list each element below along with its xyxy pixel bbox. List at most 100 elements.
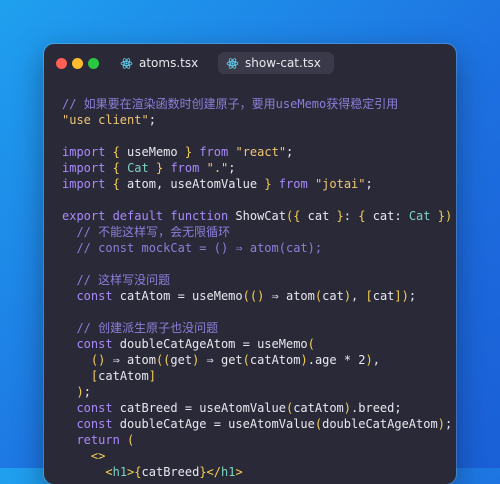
code-token: ) bbox=[365, 353, 373, 367]
code-token: ShowCat bbox=[228, 209, 286, 223]
code-token: } bbox=[336, 209, 344, 223]
code-line: import { atom, useAtomValue } from "jota… bbox=[62, 176, 452, 192]
code-token: catAtom bbox=[98, 369, 149, 383]
code-token: "use client" bbox=[62, 113, 149, 127]
code-token: ) bbox=[437, 417, 445, 431]
code-token: from bbox=[278, 177, 308, 191]
code-token: ) bbox=[76, 385, 84, 399]
code-token: .age * 2 bbox=[307, 353, 366, 367]
code-token: { bbox=[112, 161, 120, 175]
code-token: ; bbox=[148, 113, 156, 127]
close-window-button[interactable] bbox=[56, 58, 67, 69]
code-token: ; bbox=[365, 177, 373, 191]
code-token: : bbox=[343, 209, 359, 223]
code-token: ⇒ atom bbox=[105, 353, 156, 367]
code-token: (( bbox=[155, 353, 171, 367]
code-token: ; bbox=[286, 145, 294, 159]
code-line: // const mockCat = () ⇒ atom(cat); bbox=[62, 240, 452, 256]
code-token: from bbox=[170, 161, 200, 175]
code-line: "use client"; bbox=[62, 112, 452, 128]
code-token: { bbox=[112, 177, 120, 191]
code-token: ) bbox=[343, 401, 352, 415]
code-token: // const mockCat = () ⇒ atom(cat); bbox=[76, 241, 323, 255]
code-line: return ( bbox=[62, 432, 452, 448]
code-token: cat bbox=[322, 289, 344, 303]
code-token: import bbox=[62, 177, 106, 191]
code-line: <h1>{catBreed}</h1> bbox=[62, 464, 452, 480]
code-token: catAtom bbox=[293, 401, 344, 415]
code-token: // 这样写没问题 bbox=[76, 273, 171, 287]
code-token: ) bbox=[300, 353, 308, 367]
code-token: export default function bbox=[62, 209, 229, 223]
code-token: Cat bbox=[127, 161, 149, 175]
code-token: .breed; bbox=[351, 401, 402, 415]
code-token: catAtom bbox=[249, 353, 301, 367]
code-token: atom, useAtomValue bbox=[119, 177, 265, 191]
code-token: doubleCatAge = useAtomValue bbox=[112, 417, 315, 431]
code-token: ( bbox=[242, 353, 250, 367]
code-line: ); bbox=[62, 384, 452, 400]
code-token: const bbox=[76, 401, 113, 415]
code-token: const bbox=[76, 417, 113, 431]
code-token: cat bbox=[300, 209, 337, 223]
code-token: get bbox=[170, 353, 193, 367]
code-token: return bbox=[76, 433, 120, 447]
tab-label: show-cat.tsx bbox=[245, 56, 321, 70]
code-token: ( bbox=[127, 433, 135, 447]
code-token: doubleCatAgeAtom = useMemo bbox=[112, 337, 308, 351]
code-token: { bbox=[112, 145, 120, 159]
code-token: // 创建派生原子也没问题 bbox=[76, 321, 219, 335]
code-line: () ⇒ atom((get) ⇒ get(catAtom).age * 2), bbox=[62, 352, 452, 368]
code-line: // 创建派生原子也没问题 bbox=[62, 320, 452, 336]
code-token: ({ bbox=[285, 209, 301, 223]
code-token: } bbox=[264, 177, 272, 191]
code-token: useMemo bbox=[119, 145, 185, 159]
maximize-window-button[interactable] bbox=[88, 58, 99, 69]
code-line: import { useMemo } from "react"; bbox=[62, 144, 452, 160]
code-token: const bbox=[76, 337, 113, 351]
code-token: catBreed bbox=[141, 465, 200, 479]
code-token: > bbox=[235, 465, 243, 479]
code-token: catAtom = useMemo bbox=[112, 289, 243, 303]
code-line: [catAtom] bbox=[62, 368, 452, 384]
code-editor[interactable]: // 如果要在渲染函数时创建原子，要用useMemo获得稳定引用 "use cli… bbox=[62, 96, 452, 480]
code-token: catBreed = useAtomValue bbox=[112, 401, 286, 415]
code-token: ] bbox=[148, 369, 156, 383]
code-token: } bbox=[199, 465, 207, 479]
code-token: h1 bbox=[112, 465, 128, 479]
minimize-window-button[interactable] bbox=[72, 58, 83, 69]
react-icon bbox=[226, 57, 239, 69]
code-token: import bbox=[62, 161, 106, 175]
title-bar: atoms.tsx show-cat.tsx bbox=[44, 44, 456, 82]
code-token: h1 bbox=[221, 465, 236, 479]
code-token: </ bbox=[206, 465, 221, 479]
code-token: ]) bbox=[394, 289, 409, 303]
tab-show-cat[interactable]: show-cat.tsx bbox=[218, 52, 334, 74]
code-token: }) bbox=[437, 209, 453, 223]
code-token: } bbox=[184, 145, 193, 159]
code-token: ⇒ atom bbox=[264, 289, 315, 303]
tab-atoms[interactable]: atoms.tsx bbox=[112, 52, 206, 74]
code-token: from bbox=[199, 145, 229, 159]
code-token: cat bbox=[372, 289, 395, 303]
code-window: atoms.tsx show-cat.tsx // 如果要在渲染函数时创建原子，… bbox=[44, 44, 456, 484]
code-token: "react" bbox=[235, 145, 287, 159]
